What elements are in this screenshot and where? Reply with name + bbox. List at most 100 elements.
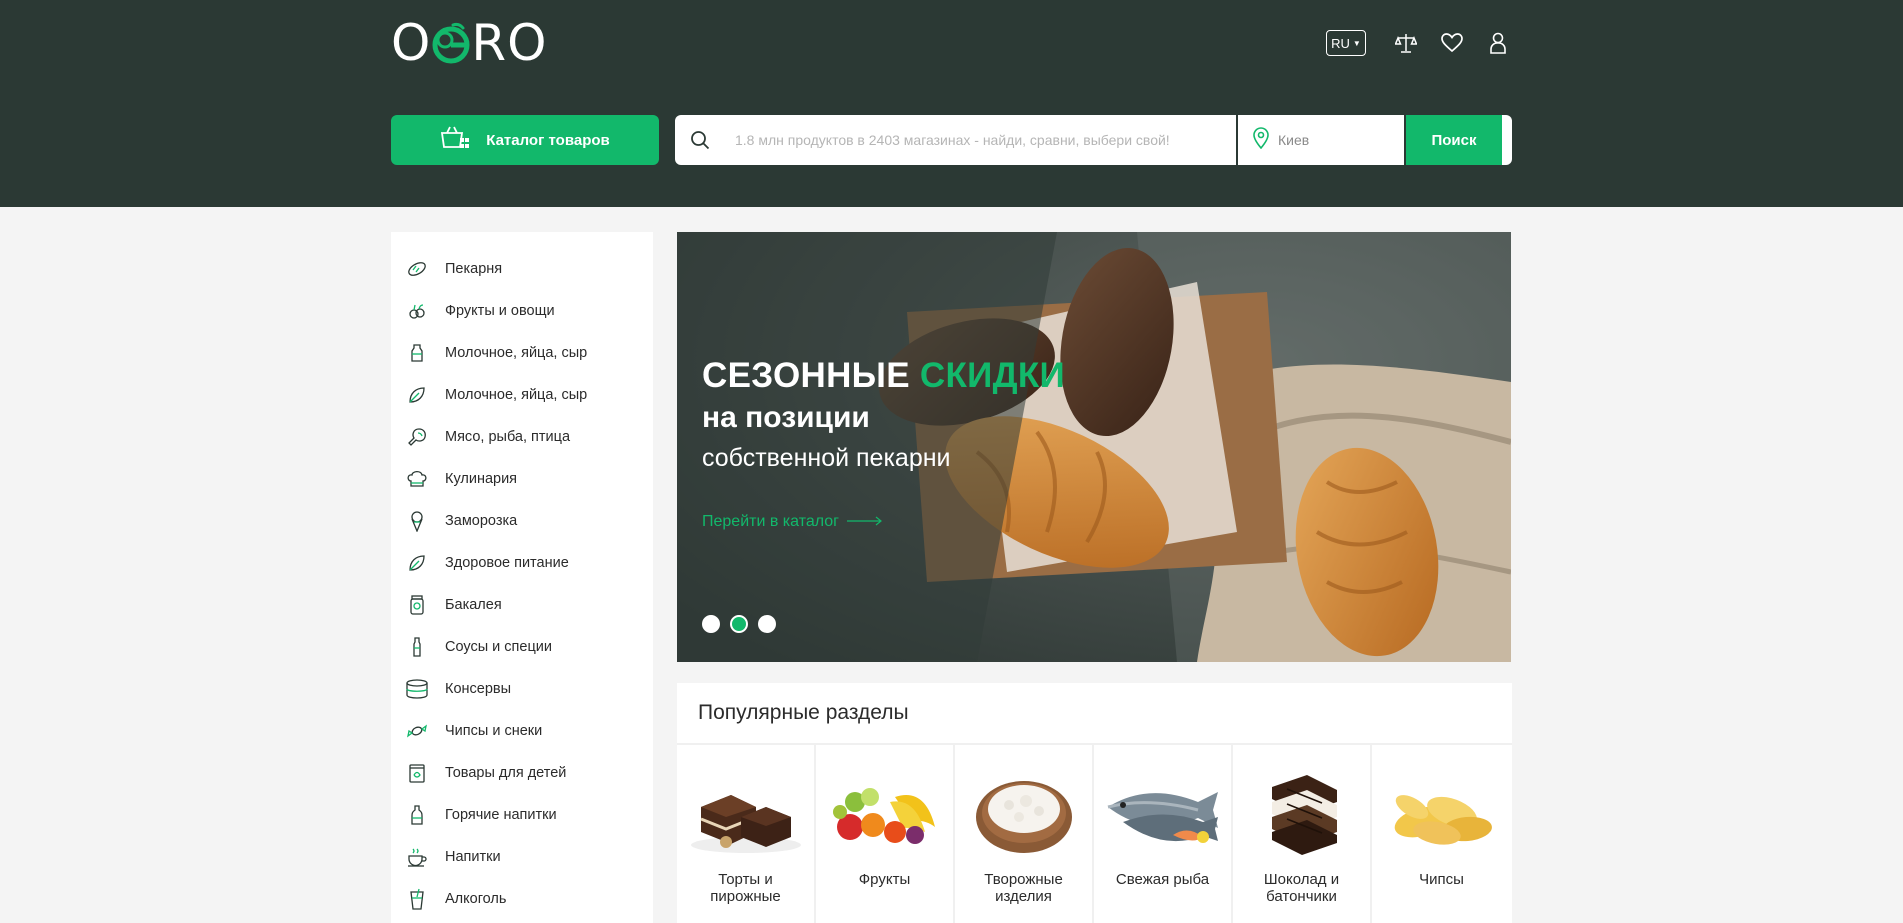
sidebar-item[interactable]: Чипсы и снеки <box>391 710 653 752</box>
popular-card-label: Фрукты <box>858 871 911 888</box>
language-value: RU <box>1331 35 1350 51</box>
sidebar-item[interactable]: Соусы и специи <box>391 626 653 668</box>
promo-banner[interactable]: СЕЗОННЫЕ СКИДКИ на позиции собственной п… <box>677 232 1511 662</box>
header: O RO RU ▼ <box>0 0 1903 207</box>
sidebar-item-label: Заморозка <box>445 513 518 529</box>
sidebar-item-label: Фрукты и овощи <box>445 303 555 319</box>
sidebar-item[interactable]: Горячие напитки <box>391 794 653 836</box>
fish-image <box>1103 767 1223 857</box>
logo[interactable]: O RO <box>391 18 547 68</box>
compare-scales-icon[interactable] <box>1393 30 1419 56</box>
arrow-right-icon <box>846 513 883 531</box>
sidebar-item-label: Консервы <box>445 681 512 697</box>
baby-food-icon <box>405 761 429 785</box>
bottle-icon <box>405 803 429 827</box>
candy-icon <box>405 719 429 743</box>
sidebar-item-label: Молочное, яйца, сыр <box>445 345 588 361</box>
popular-title: Популярные разделы <box>677 683 1512 745</box>
fruit-icon <box>405 299 429 323</box>
sidebar-item[interactable]: Товары для детей <box>391 752 653 794</box>
search-input[interactable] <box>725 115 1236 165</box>
sauce-bottle-icon <box>405 635 429 659</box>
sidebar-item-label: Алкоголь <box>445 891 507 907</box>
sidebar-item[interactable]: Бакалея <box>391 584 653 626</box>
banner-link-label: Перейти в каталог <box>702 513 839 530</box>
search-button[interactable]: Поиск <box>1404 115 1502 165</box>
category-list: Пекарня Фрукты и овощи Молочное, яйца, сыр… <box>391 232 653 920</box>
search-icon <box>675 115 725 165</box>
banner-headline: СЕЗОННЫЕ СКИДКИ на позиции собственной п… <box>702 354 1065 478</box>
chevron-down-icon: ▼ <box>1352 38 1361 48</box>
sidebar-item-label: Пекарня <box>445 261 503 277</box>
user-icon[interactable] <box>1485 30 1511 56</box>
ice-cream-icon <box>405 509 429 533</box>
banner-line1: СЕЗОННЫЕ СКИДКИ <box>702 354 1065 398</box>
cottage-cheese-image <box>964 767 1084 857</box>
popular-card-label: Творожные изделия <box>984 871 1063 905</box>
popular-card[interactable]: Чипсы <box>1372 745 1511 923</box>
popular-card[interactable]: Шоколад и батончики <box>1233 745 1372 923</box>
logo-text-right: RO <box>471 14 548 72</box>
sidebar-item-label: Напитки <box>445 849 501 865</box>
popular-card[interactable]: Свежая рыба <box>1094 745 1233 923</box>
sidebar-item-label: Соусы и специи <box>445 639 552 655</box>
can-icon <box>405 677 429 701</box>
sidebar-item[interactable]: Заморозка <box>391 500 653 542</box>
sidebar-item[interactable]: Молочное, яйца, сыр <box>391 374 653 416</box>
banner-catalog-link[interactable]: Перейти в каталог <box>702 513 883 531</box>
fruits-image <box>825 767 945 857</box>
popular-card[interactable]: Торты и пирожные <box>677 745 816 923</box>
carousel-dots <box>702 615 776 633</box>
sidebar-item[interactable]: Консервы <box>391 668 653 710</box>
category-sidebar: Пекарня Фрукты и овощи Молочное, яйца, сыр… <box>391 232 653 923</box>
milk-icon <box>405 341 429 365</box>
chips-image <box>1382 767 1502 857</box>
heart-icon[interactable] <box>1439 30 1465 56</box>
banner-line2: на позиции <box>702 401 870 434</box>
catalog-button[interactable]: Каталог товаров <box>391 115 659 165</box>
popular-sections: Популярные разделы Торты и пирожные Фрукт… <box>677 683 1512 923</box>
sidebar-item[interactable]: Кулинария <box>391 458 653 500</box>
coffee-cup-icon <box>405 845 429 869</box>
sidebar-item[interactable]: Мясо, рыба, птица <box>391 416 653 458</box>
logo-g-mark <box>431 21 471 65</box>
sidebar-item[interactable]: Здоровое питание <box>391 542 653 584</box>
popular-card-label: Свежая рыба <box>1115 871 1210 888</box>
popular-card-label: Шоколад и батончики <box>1263 871 1340 905</box>
city-field[interactable] <box>1236 115 1404 165</box>
banner-line1-white: СЕЗОННЫЕ <box>702 356 910 395</box>
sidebar-item-label: Горячие напитки <box>445 807 557 823</box>
bread-icon <box>405 257 429 281</box>
sidebar-item[interactable]: Пекарня <box>391 248 653 290</box>
sidebar-item-label: Бакалея <box>445 597 502 613</box>
chicken-leg-icon <box>405 425 429 449</box>
leaf-icon <box>405 551 429 575</box>
sidebar-item[interactable]: Фрукты и овощи <box>391 290 653 332</box>
sidebar-item-label: Товары для детей <box>445 765 567 781</box>
location-pin-icon <box>1252 126 1270 154</box>
sidebar-item[interactable]: Алкоголь <box>391 878 653 920</box>
sidebar-item[interactable]: Напитки <box>391 836 653 878</box>
sidebar-item-label: Мясо, рыба, птица <box>445 429 571 445</box>
banner-line3: собственной пекарни <box>702 444 951 472</box>
search-bar: Поиск <box>675 115 1512 165</box>
logo-text-left: O <box>391 14 432 72</box>
carousel-dot-active[interactable] <box>730 615 748 633</box>
sidebar-item-label: Молочное, яйца, сыр <box>445 387 588 403</box>
chocolate-image <box>1242 767 1362 857</box>
jar-icon <box>405 593 429 617</box>
language-select[interactable]: RU ▼ <box>1326 30 1366 56</box>
chef-hat-icon <box>405 467 429 491</box>
popular-card[interactable]: Фрукты <box>816 745 955 923</box>
popular-cards: Торты и пирожные Фрукты Творожные изделия С… <box>677 745 1512 923</box>
sidebar-item[interactable]: Молочное, яйца, сыр <box>391 332 653 374</box>
sidebar-item-label: Здоровое питание <box>445 555 569 571</box>
popular-card[interactable]: Творожные изделия <box>955 745 1094 923</box>
carousel-dot[interactable] <box>758 615 776 633</box>
sidebar-item-label: Чипсы и снеки <box>445 723 543 739</box>
carousel-dot[interactable] <box>702 615 720 633</box>
cakes-image <box>686 767 806 857</box>
header-actions: RU ▼ <box>1326 30 1511 56</box>
leaf-icon <box>405 383 429 407</box>
city-input[interactable] <box>1278 115 1388 165</box>
